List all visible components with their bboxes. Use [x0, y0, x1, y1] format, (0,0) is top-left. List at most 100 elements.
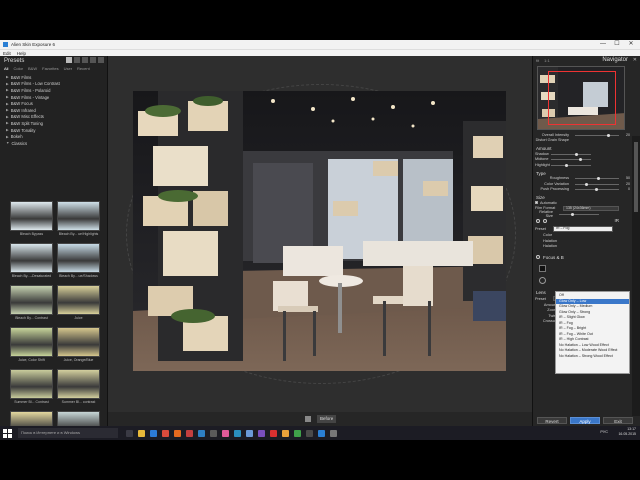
slider-knob[interactable]	[579, 158, 582, 161]
ir-section-header[interactable]: IR	[535, 217, 631, 225]
exposure-app-icon[interactable]	[318, 429, 325, 437]
tab-recent[interactable]: Recent	[77, 66, 90, 71]
slider-highlight[interactable]: Highlight	[535, 162, 631, 168]
tree-node[interactable]: ▶ B&W Focus	[6, 100, 107, 107]
preset-thumbnail[interactable]: Summer Bl... contrast	[57, 369, 100, 406]
app-icon[interactable]	[306, 429, 313, 437]
tab-color[interactable]: Color	[13, 66, 23, 71]
tree-node[interactable]: ▶ B&W Split Toning	[6, 120, 107, 127]
slider-push-processing[interactable]: Push Processing 0	[535, 187, 631, 193]
slider-knob[interactable]	[575, 152, 578, 156]
ir-preset-popup[interactable]: Off Glow Only – Low Glow Only – Medium Glow…	[555, 291, 630, 374]
preset-thumbnail[interactable]: Bleach By... ue/Shadows	[57, 243, 100, 280]
focus-target-icon[interactable]	[539, 277, 546, 284]
preset-menu-icon[interactable]	[543, 218, 547, 223]
ir-preset-dropdown[interactable]: IR – Fog	[553, 225, 613, 232]
file-explorer-icon[interactable]	[138, 429, 145, 437]
firefox-icon[interactable]	[174, 429, 181, 437]
section-amount-title: Amount	[536, 146, 552, 151]
focus-section-header[interactable]: Focus & B	[535, 253, 631, 261]
exit-button[interactable]: Exit	[603, 417, 633, 424]
navigator-viewport[interactable]	[548, 71, 616, 125]
image-canvas[interactable]: Before	[108, 56, 532, 426]
app-icon[interactable]	[270, 429, 277, 437]
adjustments-scrollbar[interactable]	[632, 136, 640, 416]
slider-knob[interactable]	[597, 177, 600, 180]
grid-small-icon[interactable]	[74, 57, 80, 63]
canvas-toolbar: Before	[108, 412, 532, 426]
windows-start-icon[interactable]	[3, 428, 12, 438]
preset-thumbnail[interactable]: Juice, Color Shift	[10, 327, 53, 364]
power-icon[interactable]	[536, 218, 540, 223]
chrome-icon[interactable]	[162, 429, 169, 437]
app-icon[interactable]	[234, 429, 241, 437]
menu-edit[interactable]: Edit	[3, 51, 11, 56]
preview-photo[interactable]	[133, 91, 506, 371]
grid-large-icon[interactable]	[66, 57, 72, 63]
tab-user[interactable]: User	[64, 66, 72, 71]
slider-distort-grain[interactable]: Distort Grain Shape	[535, 138, 631, 144]
tab-bw[interactable]: B&W	[28, 66, 37, 71]
photoshop-icon[interactable]	[198, 429, 205, 437]
preset-thumbnail[interactable]: Bleach By... ue/Highlights	[57, 201, 100, 238]
app-icon[interactable]	[258, 429, 265, 437]
split-view-icon[interactable]	[305, 416, 311, 422]
app-icon[interactable]	[294, 429, 301, 437]
slider-knob[interactable]	[565, 163, 568, 167]
revert-button[interactable]: Revert	[537, 417, 567, 424]
close-button[interactable]: ✕	[624, 40, 638, 49]
add-preset-icon[interactable]	[98, 57, 104, 63]
tree-node[interactable]: ▶ B&W Films - Low Contrast	[6, 81, 107, 88]
zoom-fit[interactable]: fit	[536, 58, 539, 63]
before-button[interactable]: Before	[317, 415, 337, 423]
app-icon[interactable]	[330, 429, 337, 437]
taskbar-search[interactable]: Поиск в Интернете и в Windows	[18, 428, 118, 438]
system-clock[interactable]: 13:17 16.05.2015	[618, 427, 636, 437]
tree-node-expanded[interactable]: ▼ Classics	[6, 140, 107, 147]
slider-knob[interactable]	[585, 182, 588, 186]
film-format-dropdown[interactable]: 135 (24x36mm)	[563, 205, 619, 211]
navigator-thumbnail[interactable]	[537, 66, 625, 130]
preset-thumbnail[interactable]: Juice, Orange/Blue	[57, 327, 100, 364]
zoom-1-1[interactable]: 1:1	[544, 58, 550, 63]
tab-favorites[interactable]: Favorites	[42, 66, 58, 71]
minimize-button[interactable]: —	[596, 40, 610, 49]
tree-node[interactable]: ▶ B&W Misc Effects	[6, 114, 107, 121]
tab-all[interactable]: All	[4, 66, 8, 71]
slider-knob[interactable]	[571, 212, 574, 216]
tree-node[interactable]: ▶ B&W Tonality	[6, 127, 107, 134]
tree-node[interactable]: ▶ B&W Films	[6, 74, 107, 81]
apply-button[interactable]: Apply	[570, 417, 600, 424]
app-icon[interactable]	[210, 429, 217, 437]
ir-preset-option[interactable]: No Halation – Strong Wood Effect	[556, 354, 629, 360]
app-icon[interactable]	[222, 429, 229, 437]
slider-knob[interactable]	[607, 133, 610, 137]
tree-node[interactable]: ▶ B&W Films - Vintage	[6, 94, 107, 101]
preset-thumbnail[interactable]: Juice	[57, 285, 100, 322]
preset-thumbnail[interactable]: Bleach By... Contrast	[10, 285, 53, 322]
preset-thumbnail[interactable]: Summer Bl... Contrast	[10, 369, 53, 406]
list-icon[interactable]	[82, 57, 88, 63]
preset-tree: ▶ B&W Films ▶ B&W Films - Low Contrast ▶ B&…	[0, 72, 107, 147]
edge-icon[interactable]	[150, 429, 157, 437]
preset-thumbnail[interactable]: Bleach By...–Desaturated	[10, 243, 53, 280]
app-icon[interactable]	[246, 429, 253, 437]
window-controls: — ☐ ✕	[596, 40, 638, 49]
slider-knob[interactable]	[595, 188, 598, 191]
automatic-checkbox[interactable]	[535, 201, 538, 205]
menu-help[interactable]: Help	[17, 51, 26, 56]
language-indicator[interactable]: РУС	[600, 430, 608, 434]
maximize-button[interactable]: ☐	[610, 40, 624, 49]
app-icon[interactable]	[282, 429, 289, 437]
opera-icon[interactable]	[186, 429, 193, 437]
tree-node[interactable]: ▶ B&W Films - Polaroid	[6, 87, 107, 94]
scrollbar-thumb[interactable]	[634, 142, 638, 212]
preset-thumbnail[interactable]: Bleach Bypass	[10, 201, 53, 238]
task-view-icon[interactable]	[126, 429, 133, 437]
color-swatch[interactable]	[539, 265, 546, 272]
close-icon[interactable]: ✕	[633, 57, 637, 63]
tree-node[interactable]: ▶ B&W Infrared	[6, 107, 107, 114]
power-icon[interactable]	[536, 255, 540, 259]
delete-preset-icon[interactable]	[90, 57, 96, 63]
tree-node[interactable]: ▶ Bokeh	[6, 133, 107, 140]
